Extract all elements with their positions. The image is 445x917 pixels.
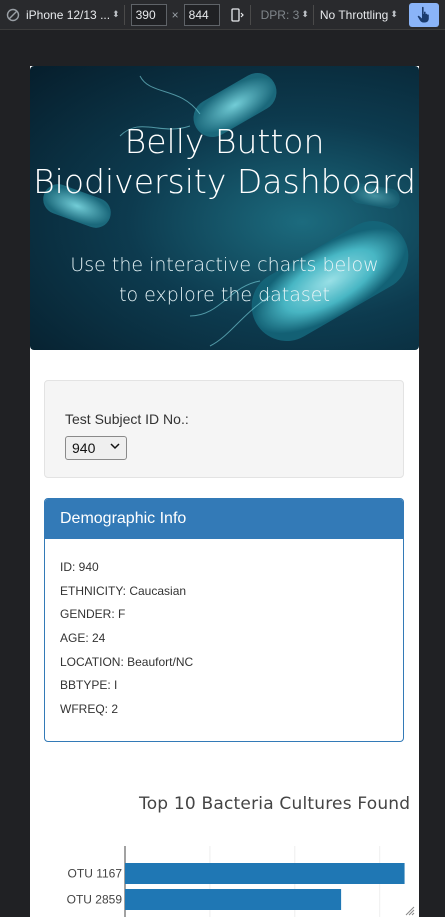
subject-id-select[interactable]: 940 <box>65 436 127 460</box>
info-gender: GENDER: F <box>60 607 126 622</box>
tick-label: OTU 2859 <box>67 893 123 907</box>
device-name: iPhone 12/13 ... <box>26 7 111 22</box>
bacteria-bar-chart[interactable]: OTU 1167 OTU 2859 <box>30 846 419 917</box>
device-viewport: Belly Button Biodiversity Dashboard Use … <box>30 66 419 917</box>
chevron-updown-icon: ⬍ <box>301 9 309 19</box>
throttling-label: No Throttling <box>319 7 389 22</box>
resize-handle[interactable] <box>405 903 415 916</box>
rotate-icon[interactable] <box>228 6 246 24</box>
info-wfreq: WFREQ: 2 <box>60 702 119 717</box>
width-input[interactable]: 390 <box>130 3 167 26</box>
hand-pointer-icon <box>417 6 429 23</box>
subject-id-value: 940 <box>72 440 96 456</box>
info-ethnicity: ETHNICITY: Caucasian <box>60 583 187 598</box>
bar-otu-1167[interactable] <box>125 863 405 884</box>
disable-icon[interactable] <box>4 6 22 24</box>
subject-id-label: Test Subject ID No.: <box>65 411 189 427</box>
tick-label: OTU 1167 <box>68 867 123 881</box>
separator <box>249 4 251 25</box>
touch-toggle-button[interactable] <box>409 3 439 27</box>
page-title: Belly Button Biodiversity Dashboard <box>33 122 416 201</box>
chevron-down-icon <box>110 441 120 454</box>
page-subtitle: Use the interactive charts below to expl… <box>70 254 379 306</box>
height-input[interactable]: 844 <box>183 3 220 26</box>
times-symbol: × <box>171 7 179 22</box>
dpr-select[interactable]: DPR: 3 ⬍ <box>261 8 309 22</box>
panel-heading: Demographic Info <box>45 499 403 539</box>
hero-jumbotron: Belly Button Biodiversity Dashboard Use … <box>30 66 419 350</box>
info-id: ID: 940 <box>60 560 99 574</box>
subject-selector-well: Test Subject ID No.: 940 <box>44 380 404 478</box>
devtools-device-toolbar: iPhone 12/13 ... ⬍ 390 × 844 DPR: 3 ⬍ No… <box>0 0 445 30</box>
dpr-label: DPR: 3 <box>260 7 300 22</box>
info-age: AGE: 24 <box>60 631 106 646</box>
chart-title: Top 10 Bacteria Cultures Found <box>139 794 411 814</box>
separator <box>123 4 125 25</box>
throttling-select[interactable]: No Throttling ⬍ <box>320 8 398 22</box>
demographic-info-panel: Demographic Info ID: 940 ETHNICITY: Cauc… <box>44 498 404 742</box>
device-select[interactable]: iPhone 12/13 ... ⬍ <box>26 8 120 22</box>
demographic-list: ID: 940 ETHNICITY: Caucasian GENDER: F A… <box>45 539 403 715</box>
chevron-updown-icon: ⬍ <box>390 9 398 19</box>
info-location: LOCATION: Beaufort/NC <box>60 654 194 669</box>
bar-otu-2859[interactable] <box>125 889 342 910</box>
separator <box>312 4 314 25</box>
info-bbtype: BBTYPE: I <box>60 678 118 693</box>
chevron-updown-icon: ⬍ <box>112 9 120 19</box>
